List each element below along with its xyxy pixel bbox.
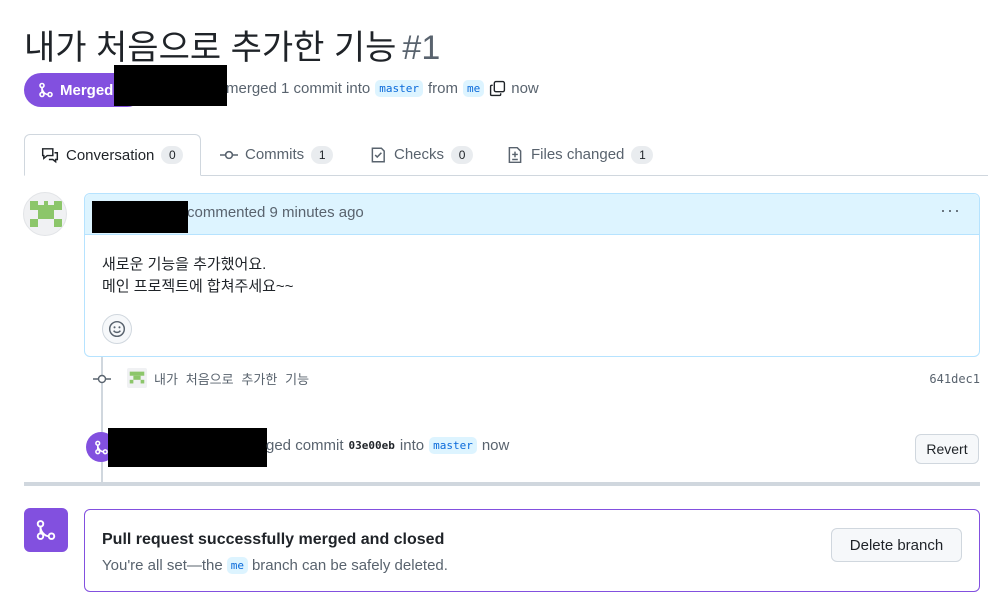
merge-event-text: ged commit 03e00eb into master now xyxy=(266,437,509,454)
commit-node-icon xyxy=(93,374,111,384)
checks-icon xyxy=(371,147,385,162)
comment-body-line-1: 새로운 기능을 추가했어요. xyxy=(102,256,267,273)
git-merge-icon xyxy=(36,520,56,540)
delete-branch-button[interactable]: Delete branch xyxy=(831,528,962,562)
file-diff-icon xyxy=(508,146,522,163)
add-reaction-button[interactable] xyxy=(102,314,132,344)
git-merge-icon xyxy=(39,82,53,98)
conversation-icon xyxy=(41,148,59,164)
tab-conversation[interactable]: Conversation 0 xyxy=(24,134,201,176)
redacted-commenter xyxy=(92,201,188,233)
merged-status-title: Pull request successfully merged and clo… xyxy=(102,531,445,548)
merged-status-box: Pull request successfully merged and clo… xyxy=(84,509,980,592)
identicon-icon xyxy=(30,201,62,227)
merge-commit-sha[interactable]: 03e00eb xyxy=(349,439,395,452)
merge-event-time: now xyxy=(481,437,510,454)
timeline-separator xyxy=(24,482,980,486)
head-branch-tag[interactable]: me xyxy=(462,80,485,97)
avatar[interactable] xyxy=(23,192,67,236)
commit-sha-link[interactable]: 641dec1 xyxy=(929,372,980,386)
merge-summary-time: now xyxy=(511,80,539,97)
base-branch-tag[interactable]: master xyxy=(375,80,423,97)
tab-commits-label: Commits xyxy=(245,146,305,163)
tab-files-changed-label: Files changed xyxy=(531,146,625,163)
tab-files-changed-count: 1 xyxy=(631,145,654,164)
tab-conversation-label: Conversation xyxy=(66,146,155,164)
redacted-author xyxy=(114,65,227,106)
comment-timestamp[interactable]: commented 9 minutes ago xyxy=(187,204,364,221)
merge-summary: merged 1 commit into master from me now xyxy=(226,80,539,97)
tab-files-changed[interactable]: Files changed 1 xyxy=(490,134,669,175)
kebab-menu-icon[interactable]: ··· xyxy=(940,200,961,221)
copy-icon[interactable] xyxy=(489,80,506,97)
tab-checks[interactable]: Checks 0 xyxy=(353,134,489,175)
merge-event-branch[interactable]: master xyxy=(429,437,477,454)
comment-header: commented 9 minutes ago ··· xyxy=(85,194,979,235)
merge-summary-from: from xyxy=(427,80,458,97)
merged-status-icon-box xyxy=(24,508,68,552)
comment-body-line-2: 메인 프로젝트에 합쳐주세요~~ xyxy=(102,278,294,295)
merged-status-branch[interactable]: me xyxy=(226,557,248,574)
tab-conversation-count: 0 xyxy=(161,146,184,164)
pr-title-text: 내가 처음으로 추가한 기능 xyxy=(24,29,397,67)
comment-box: commented 9 minutes ago ··· 새로운 기능을 추가했어… xyxy=(84,193,980,357)
merge-event-into: into xyxy=(399,437,425,454)
merged-status-sub-prefix: You're all set—the xyxy=(102,557,223,574)
tab-checks-label: Checks xyxy=(394,146,445,163)
commit-message-link[interactable]: 내가 처음으로 추가한 기능 xyxy=(154,369,309,388)
tab-commits-count: 1 xyxy=(311,145,334,164)
commit-icon xyxy=(220,150,238,159)
tab-commits[interactable]: Commits 1 xyxy=(204,134,349,175)
git-merge-icon xyxy=(94,440,108,454)
pr-number: #1 xyxy=(402,29,441,67)
redacted-merger xyxy=(108,428,267,467)
merged-state-label: Merged xyxy=(60,81,114,99)
merge-summary-action: merged 1 commit into xyxy=(226,80,371,97)
merged-status-sub-suffix: branch can be safely deleted. xyxy=(251,557,448,574)
pr-title: 내가 처음으로 추가한 기능 #1 xyxy=(24,20,440,69)
smiley-icon xyxy=(108,320,126,338)
merged-status-subtitle: You're all set—the me branch can be safe… xyxy=(102,557,448,574)
tab-checks-count: 0 xyxy=(451,145,474,164)
commit-author-avatar[interactable] xyxy=(127,368,147,388)
merge-event-prefix: ged commit xyxy=(266,437,344,454)
revert-button[interactable]: Revert xyxy=(915,434,979,464)
